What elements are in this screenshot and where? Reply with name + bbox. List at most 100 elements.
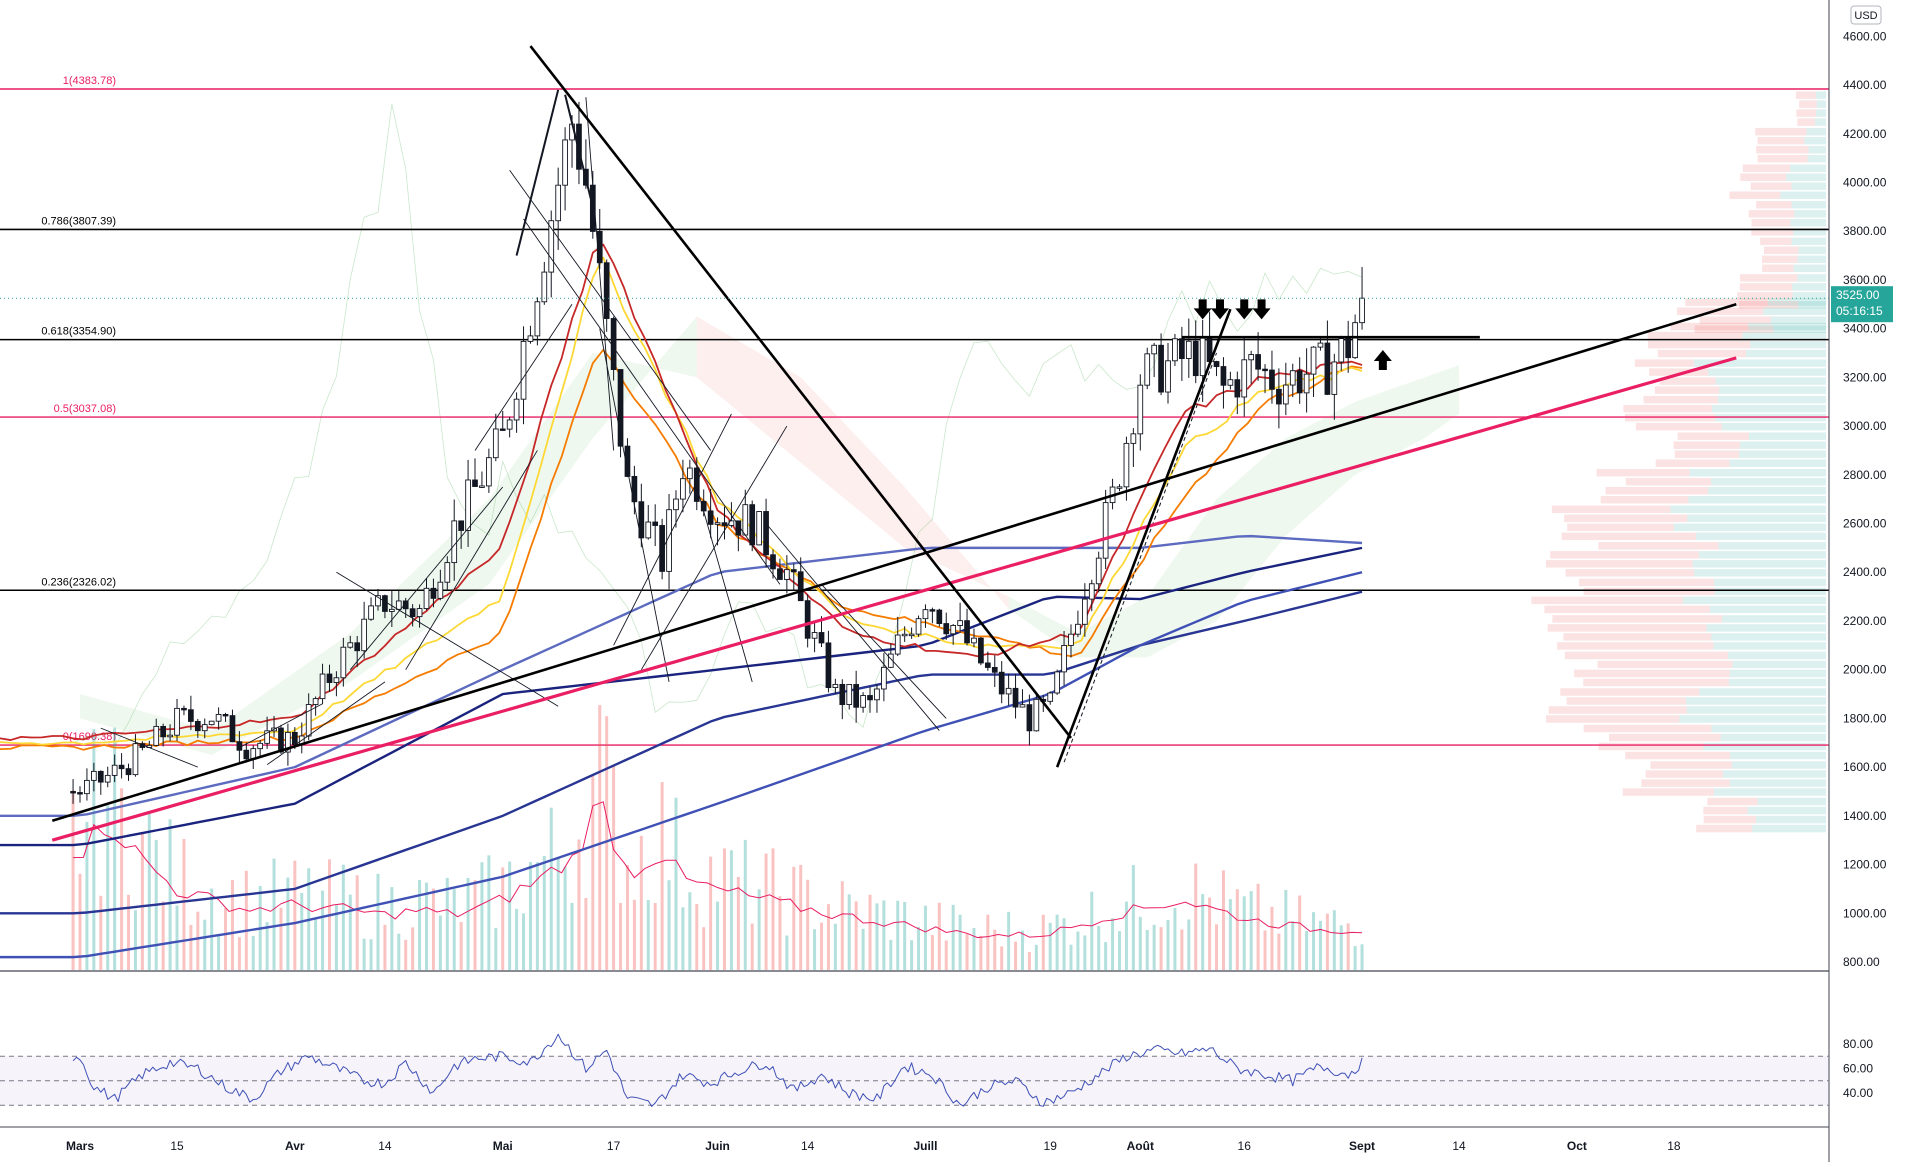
volume-profile-buy (1728, 678, 1826, 687)
candle-body (1068, 633, 1074, 646)
candle-body (971, 637, 977, 644)
volume-profile-sell (1625, 477, 1712, 486)
price-tick-label: 800.00 (1843, 955, 1880, 969)
candle-body (721, 522, 728, 526)
candle-body (437, 581, 444, 599)
volume-profile-buy (1747, 806, 1826, 815)
candle-body (1005, 687, 1012, 695)
volume-bar (251, 935, 255, 970)
volume-profile-buy (1711, 633, 1826, 641)
volume-bar (473, 880, 477, 970)
volume-profile-sell (1605, 486, 1709, 495)
volume-bar (619, 903, 623, 970)
volume-bar (764, 853, 768, 970)
candle-body (1296, 370, 1303, 394)
volume-profile-sell (1634, 359, 1694, 367)
volume-profile-sell (1677, 432, 1749, 440)
volume-bar (688, 892, 692, 970)
volume-profile-buy (1752, 824, 1826, 833)
candle-body (846, 684, 853, 705)
volume-bar (681, 907, 685, 970)
volume-profile-buy (1814, 118, 1826, 126)
candle-body (1185, 340, 1192, 359)
volume-bar (1325, 913, 1329, 970)
fib-level-label: 1(4383.78) (63, 75, 116, 87)
candle-body (908, 633, 915, 637)
currency-label[interactable]: USD (1850, 5, 1882, 25)
candle-body (409, 608, 416, 618)
candle-body (1151, 344, 1158, 355)
volume-profile-sell (1544, 605, 1710, 614)
candle-body (312, 698, 319, 705)
volume-profile-sell (1703, 806, 1748, 815)
candle-body (194, 720, 201, 732)
price-tick-label: 1000.00 (1843, 906, 1887, 920)
candle-body (1054, 671, 1060, 694)
volume-profile-sell (1564, 651, 1728, 660)
volume-bar (1118, 931, 1121, 970)
price-tick-label: 1600.00 (1843, 760, 1887, 774)
volume-bar (362, 938, 366, 970)
price-tick-label: 4400.00 (1843, 78, 1887, 92)
volume-profile-buy (1750, 340, 1826, 349)
volume-profile-sell (1552, 615, 1723, 623)
volume-profile-sell (1760, 237, 1792, 246)
volume-bar (1152, 924, 1156, 970)
volume-profile-sell (1755, 127, 1807, 136)
candle-body (978, 637, 984, 664)
chart-canvas[interactable]: 1(4383.78) 0.786(3807.39) 0.618(3354.90) 0.… (0, 0, 1906, 1162)
fib-level-label: 0.236(2326.02) (41, 576, 116, 588)
volume-bar (106, 805, 110, 970)
candle-body (458, 520, 465, 531)
candle-body (555, 184, 562, 222)
volume-profile-buy (1780, 191, 1826, 199)
volume-bar (695, 904, 699, 970)
candle-body (472, 479, 478, 487)
candle-body (257, 742, 264, 750)
candle-body (707, 510, 714, 525)
fib-level-label: 0.618(3354.90) (41, 326, 116, 338)
volume-profile-buy (1711, 404, 1826, 413)
volume-bar (910, 940, 914, 970)
volume-profile-buy (1711, 477, 1826, 486)
candle-body (1172, 338, 1178, 362)
candle-body (915, 618, 922, 635)
volume-profile-sell (1546, 715, 1680, 723)
candle-body (1345, 338, 1352, 359)
volume-profile-sell (1799, 100, 1817, 108)
volume-bar (1312, 912, 1316, 970)
volume-profile-buy (1732, 660, 1826, 669)
candle-body (395, 600, 402, 610)
price-tick-label: 1400.00 (1843, 809, 1887, 823)
volume-profile-buy (1804, 136, 1826, 145)
time-tick-label: Août (1127, 1139, 1154, 1153)
time-tick-label: Oct (1567, 1139, 1587, 1153)
volume-bar (1076, 931, 1080, 970)
candle-body (1310, 346, 1317, 375)
price-tick-label: 2000.00 (1843, 663, 1887, 677)
candle-body (132, 743, 139, 776)
volume-bar (1353, 946, 1357, 970)
volume-profile-buy (1683, 596, 1826, 605)
tradingview-chart[interactable]: 1(4383.78) 0.786(3807.39) 0.618(3354.90) 0.… (0, 0, 1906, 1162)
volume-bar (702, 927, 706, 970)
candle-body (451, 520, 458, 564)
price-tick-label: 3400.00 (1843, 322, 1887, 336)
volume-profile-sell (1625, 751, 1731, 760)
candle-body (1324, 342, 1331, 395)
candle-body (784, 569, 790, 580)
volume-profile-sell (1795, 91, 1816, 99)
volume-profile-buy (1815, 109, 1826, 117)
volume-bar (175, 905, 179, 970)
candle-body (984, 662, 991, 668)
volume-profile-sell (1531, 596, 1684, 605)
candle-body (680, 478, 686, 500)
time-tick-label: 17 (607, 1139, 621, 1153)
candle-body (479, 485, 485, 488)
rsi-axis[interactable]: 80.00 60.00 40.00 (1843, 1037, 1873, 1100)
volume-profile-buy (1791, 182, 1826, 190)
volume-bar (217, 934, 221, 970)
candle-body (714, 522, 721, 525)
volume-profile-buy (1714, 587, 1826, 596)
candle-body (1220, 366, 1227, 386)
